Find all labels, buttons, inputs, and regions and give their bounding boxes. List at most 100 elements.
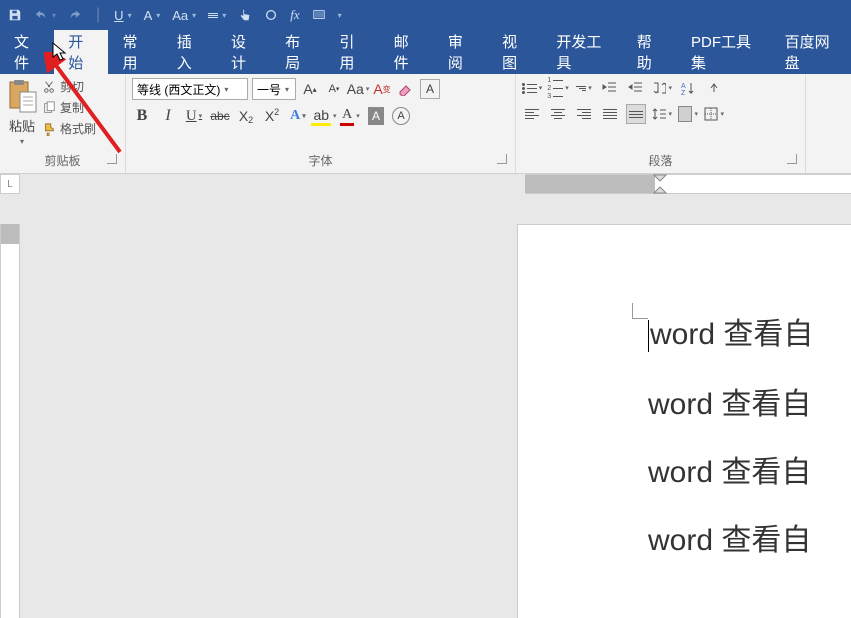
font-color-button[interactable]: A▾ (340, 106, 360, 126)
vertical-ruler[interactable] (0, 224, 20, 618)
numbering-icon: 1 2 3 (547, 77, 563, 100)
tab-mail[interactable]: 邮件 (380, 30, 434, 74)
svg-text:A: A (681, 83, 686, 90)
case-glyph: Aa (172, 8, 188, 23)
change-case-button[interactable]: Aa▾ (348, 79, 368, 99)
tab-insert[interactable]: 插入 (163, 30, 217, 74)
multilevel-button[interactable]: ▾ (574, 78, 594, 98)
font-family-dropdown[interactable]: 等线 (西文正文) ▾ (132, 78, 248, 100)
qa-formula[interactable]: fx (290, 7, 299, 23)
clear-format-button[interactable]: A (420, 79, 440, 99)
sort-icon: AZ (681, 81, 695, 95)
svg-text:Z: Z (681, 90, 686, 95)
indent-marker-icon[interactable] (653, 173, 667, 195)
enclose-char-button[interactable]: A (392, 107, 410, 125)
align-left-button[interactable] (522, 104, 542, 124)
shading-icon (678, 106, 692, 122)
line-spacing-button[interactable]: ▾ (652, 104, 672, 124)
underline-glyph: U (114, 8, 123, 23)
group-font: 等线 (西文正文) ▾ 一号 ▾ A▴ A▾ Aa▾ A变 A B I (126, 74, 516, 173)
save-button[interactable] (8, 8, 22, 22)
font-size-dropdown[interactable]: 一号 ▾ (252, 78, 296, 100)
qa-underline[interactable]: U ▾ (114, 8, 131, 23)
show-marks-button[interactable] (704, 78, 724, 98)
tab-dev[interactable]: 开发工具 (542, 30, 622, 74)
qa-touch[interactable] (238, 8, 252, 22)
document-page[interactable]: word 查看自 word 查看自 word 查看自 word 查看自 (517, 224, 851, 618)
qa-customize[interactable]: ▾ (338, 11, 342, 20)
indent-icon (628, 81, 644, 95)
text-line: word 查看自 (650, 318, 813, 351)
horizontal-ruler-area: L (0, 174, 851, 194)
shading-button[interactable]: ▾ (678, 104, 698, 124)
redo-button[interactable] (68, 8, 82, 22)
text-effects-button[interactable]: A▾ (288, 106, 308, 126)
undo-button[interactable]: ▾ (34, 8, 56, 22)
align-left-icon (525, 109, 539, 119)
char-border-button[interactable] (396, 79, 416, 99)
align-distribute-button[interactable] (626, 104, 646, 124)
strikethrough-button[interactable]: abc (210, 106, 230, 126)
tab-layout[interactable]: 布局 (271, 30, 325, 74)
eraser-icon (398, 82, 414, 96)
bold-button[interactable]: B (132, 106, 152, 126)
line-spacing-icon (652, 107, 666, 121)
align-right-icon (577, 109, 591, 119)
decrease-indent-button[interactable] (600, 78, 620, 98)
multilevel-icon (576, 86, 586, 91)
borders-button[interactable]: ▾ (704, 104, 724, 124)
margin-crop-mark-icon (632, 303, 648, 319)
sort-button[interactable]: AZ (678, 78, 698, 98)
touch-icon (238, 8, 252, 22)
grow-font-button[interactable]: A▴ (300, 79, 320, 99)
tab-pdf[interactable]: PDF工具集 (677, 30, 771, 74)
qa-change-case[interactable]: Aa ▾ (172, 8, 196, 23)
highlight-button[interactable]: ab▾ (314, 106, 334, 126)
align-distribute-icon (629, 111, 643, 118)
paragraph-launcher[interactable] (787, 154, 797, 164)
font-size-value: 一号 (257, 81, 281, 98)
qa-font-color[interactable]: A ▾ (144, 8, 161, 23)
screenshot-icon (312, 8, 326, 22)
phonetic-button[interactable]: A变 (372, 79, 392, 99)
tab-review[interactable]: 审阅 (434, 30, 488, 74)
superscript-button[interactable]: X2 (262, 106, 282, 126)
undo-icon (34, 8, 48, 22)
tab-design[interactable]: 设计 (217, 30, 271, 74)
bullets-button[interactable]: ▾ (522, 78, 542, 98)
tab-help[interactable]: 帮助 (623, 30, 677, 74)
align-justify-button[interactable] (600, 104, 620, 124)
bullets-icon (522, 83, 537, 94)
document-body[interactable]: word 查看自 word 查看自 word 查看自 word 查看自 (648, 320, 851, 556)
tab-reference[interactable]: 引用 (325, 30, 379, 74)
borders-icon (704, 107, 718, 121)
qa-shape[interactable] (264, 8, 278, 22)
text-direction-button[interactable]: ▾ (652, 78, 672, 98)
qa-list[interactable]: ▾ (208, 11, 226, 20)
numbering-button[interactable]: 1 2 3 ▾ (548, 78, 568, 98)
paste-button[interactable]: 粘贴 ▾ (6, 78, 38, 146)
redo-icon (68, 8, 82, 22)
paragraph-group-label: 段落 (522, 150, 799, 171)
horizontal-ruler[interactable] (525, 174, 851, 194)
increase-indent-button[interactable] (626, 78, 646, 98)
text-line: word 查看自 (648, 456, 811, 489)
annotation-arrow-icon (44, 52, 134, 162)
subscript-button[interactable]: X2 (236, 106, 256, 126)
text-line: word 查看自 (648, 524, 811, 557)
pilcrow-icon (707, 81, 721, 95)
italic-button[interactable]: I (158, 106, 178, 126)
qa-screenshot[interactable] (312, 8, 326, 22)
tab-selector[interactable]: L (0, 174, 20, 194)
font-launcher[interactable] (497, 154, 507, 164)
paste-icon (6, 78, 38, 114)
mouse-cursor-icon (52, 42, 68, 62)
tab-view[interactable]: 视图 (488, 30, 542, 74)
char-shading-button[interactable]: A (366, 106, 386, 126)
align-justify-icon (603, 109, 617, 119)
align-right-button[interactable] (574, 104, 594, 124)
tab-baidu[interactable]: 百度网盘 (771, 30, 851, 74)
align-center-button[interactable] (548, 104, 568, 124)
shrink-font-button[interactable]: A▾ (324, 79, 344, 99)
underline-button[interactable]: U▾ (184, 106, 204, 126)
